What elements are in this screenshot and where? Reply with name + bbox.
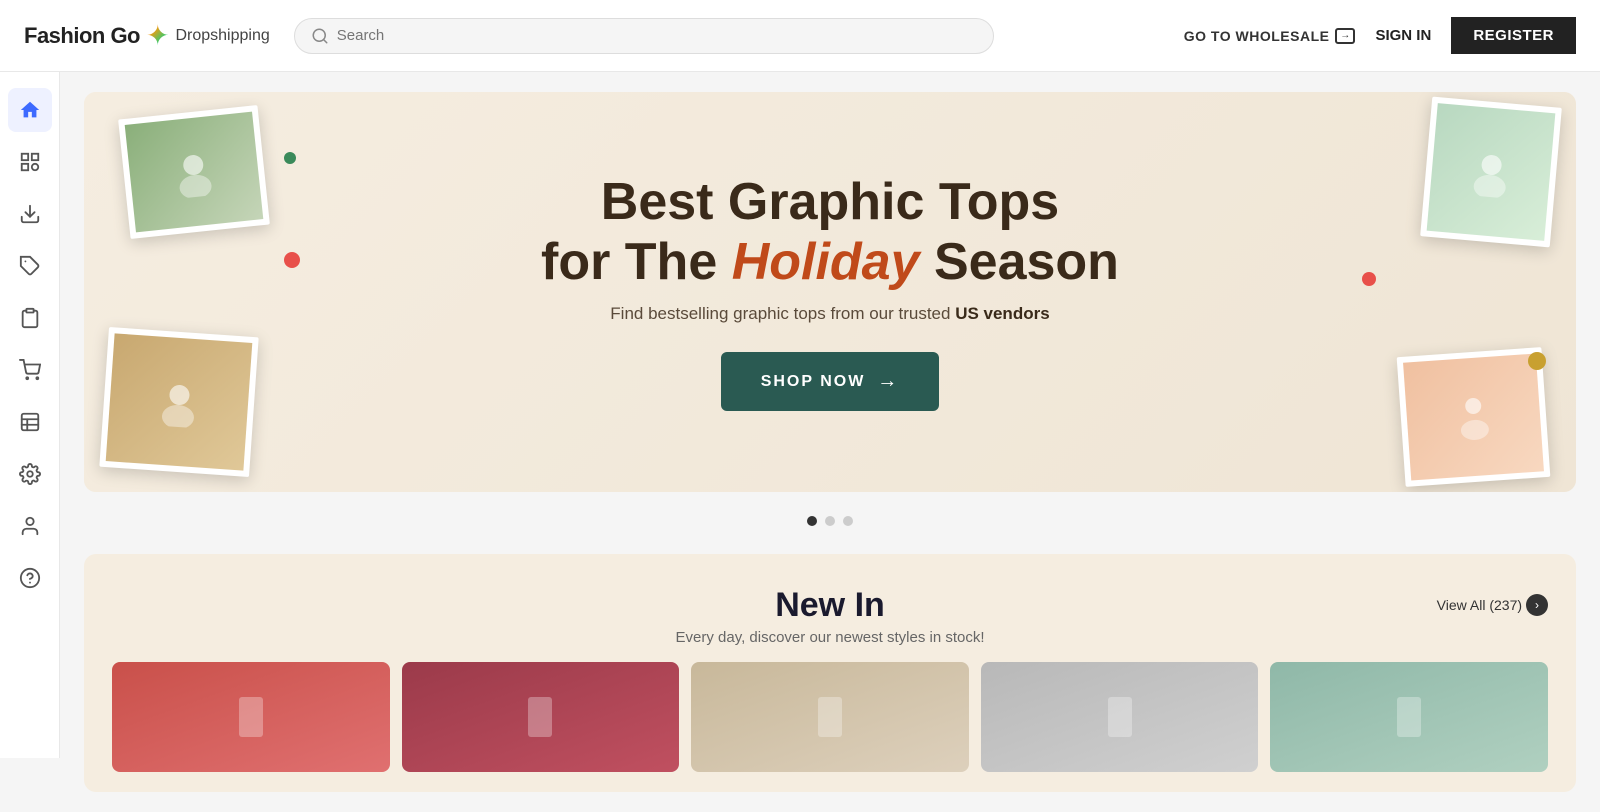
cart-icon bbox=[19, 359, 41, 381]
view-all-arrow-icon: › bbox=[1526, 594, 1548, 616]
carousel-dot-3[interactable] bbox=[843, 516, 853, 526]
deco-dot-3 bbox=[1362, 272, 1376, 286]
sidebar-item-user[interactable] bbox=[8, 504, 52, 548]
search-input[interactable] bbox=[337, 27, 977, 44]
sidebar-item-table[interactable] bbox=[8, 400, 52, 444]
sidebar-item-home[interactable] bbox=[8, 88, 52, 132]
banner-subtitle-bold: US vendors bbox=[955, 304, 1049, 323]
tag-icon bbox=[19, 255, 41, 277]
header-actions: GO TO WHOLESALE SIGN IN REGISTER bbox=[1184, 17, 1576, 54]
sign-in-button[interactable]: SIGN IN bbox=[1375, 27, 1431, 44]
product-silhouette-1 bbox=[231, 687, 271, 747]
product-thumb-4[interactable] bbox=[981, 662, 1259, 772]
photo-placeholder-1 bbox=[167, 145, 222, 200]
product-thumb-1[interactable] bbox=[112, 662, 390, 772]
banner-photo-1 bbox=[118, 105, 270, 239]
header: Fashion Go ✦ Dropshipping GO TO WHOLESAL… bbox=[0, 0, 1600, 72]
sidebar-item-visual-search[interactable] bbox=[8, 140, 52, 184]
product-thumb-2[interactable] bbox=[402, 662, 680, 772]
goto-wholesale-label: GO TO WHOLESALE bbox=[1184, 28, 1330, 44]
sidebar-item-settings[interactable] bbox=[8, 452, 52, 496]
sidebar-item-clipboard[interactable] bbox=[8, 296, 52, 340]
settings-icon bbox=[19, 463, 41, 485]
banner-title-line2-prefix: for The bbox=[541, 233, 732, 291]
deco-dot-1 bbox=[284, 252, 300, 268]
wholesale-icon bbox=[1335, 28, 1355, 44]
sidebar-item-tag[interactable] bbox=[8, 244, 52, 288]
sidebar-item-help[interactable] bbox=[8, 556, 52, 600]
banner-title-holiday: Holiday bbox=[732, 233, 920, 291]
new-in-subtitle: Every day, discover our newest styles in… bbox=[591, 629, 1070, 646]
user-icon bbox=[19, 515, 41, 537]
banner-title-line2-suffix: Season bbox=[920, 233, 1119, 291]
logo-subtitle: Dropshipping bbox=[175, 27, 269, 45]
register-button[interactable]: REGISTER bbox=[1451, 17, 1576, 54]
goto-wholesale-button[interactable]: GO TO WHOLESALE bbox=[1184, 28, 1356, 44]
deco-dot-2 bbox=[284, 152, 296, 164]
help-icon bbox=[19, 567, 41, 589]
view-all-button[interactable]: View All (237) › bbox=[1437, 594, 1548, 616]
shop-now-button[interactable]: SHOP NOW → bbox=[721, 352, 940, 411]
product-thumb-5[interactable] bbox=[1270, 662, 1548, 772]
sidebar bbox=[0, 72, 60, 758]
home-icon bbox=[19, 99, 41, 121]
logo-star-icon: ✦ bbox=[146, 19, 169, 52]
banner-title-line1: Best Graphic Tops bbox=[601, 173, 1059, 231]
photo-placeholder-2 bbox=[152, 375, 205, 428]
clipboard-icon bbox=[19, 307, 41, 329]
sidebar-item-download[interactable] bbox=[8, 192, 52, 236]
banner-photo-2 bbox=[99, 327, 258, 477]
main-layout: Best Graphic Tops for The Holiday Season… bbox=[0, 72, 1600, 812]
carousel-dot-1[interactable] bbox=[807, 516, 817, 526]
product-silhouette-2 bbox=[520, 687, 560, 747]
product-silhouette-5 bbox=[1389, 687, 1429, 747]
search-bar[interactable] bbox=[294, 18, 994, 54]
download-icon bbox=[19, 203, 41, 225]
banner-photos-right bbox=[1276, 92, 1576, 492]
table-icon bbox=[19, 411, 41, 433]
sidebar-item-cart[interactable] bbox=[8, 348, 52, 392]
carousel-dot-2[interactable] bbox=[825, 516, 835, 526]
new-in-header: New In Every day, discover our newest st… bbox=[112, 586, 1548, 646]
banner-title: Best Graphic Tops for The Holiday Season bbox=[541, 173, 1119, 293]
deco-dot-4 bbox=[1528, 352, 1546, 370]
search-icon bbox=[311, 27, 329, 45]
logo: Fashion Go ✦ Dropshipping bbox=[24, 19, 270, 52]
banner-text: Best Graphic Tops for The Holiday Season… bbox=[541, 173, 1119, 412]
brand-name: Fashion Go bbox=[24, 23, 140, 49]
photo-placeholder-4 bbox=[1447, 390, 1500, 443]
carousel-dots bbox=[84, 516, 1576, 526]
product-strip bbox=[112, 662, 1548, 772]
visual-search-icon bbox=[19, 151, 41, 173]
new-in-section: New In Every day, discover our newest st… bbox=[84, 554, 1576, 792]
photo-placeholder-3 bbox=[1464, 145, 1518, 199]
main-content: Best Graphic Tops for The Holiday Season… bbox=[60, 72, 1600, 812]
product-thumb-3[interactable] bbox=[691, 662, 969, 772]
banner-subtitle: Find bestselling graphic tops from our t… bbox=[541, 304, 1119, 324]
shop-now-label: SHOP NOW bbox=[761, 373, 866, 391]
banner-photo-3 bbox=[1420, 97, 1562, 248]
view-all-label: View All (237) bbox=[1437, 597, 1522, 613]
arrow-icon: → bbox=[877, 370, 899, 393]
banner-photos-left bbox=[84, 92, 384, 492]
new-in-title: New In bbox=[591, 586, 1070, 625]
new-in-title-block: New In Every day, discover our newest st… bbox=[591, 586, 1070, 646]
hero-banner: Best Graphic Tops for The Holiday Season… bbox=[84, 92, 1576, 492]
banner-photo-4 bbox=[1397, 347, 1551, 487]
product-silhouette-3 bbox=[810, 687, 850, 747]
product-silhouette-4 bbox=[1100, 687, 1140, 747]
